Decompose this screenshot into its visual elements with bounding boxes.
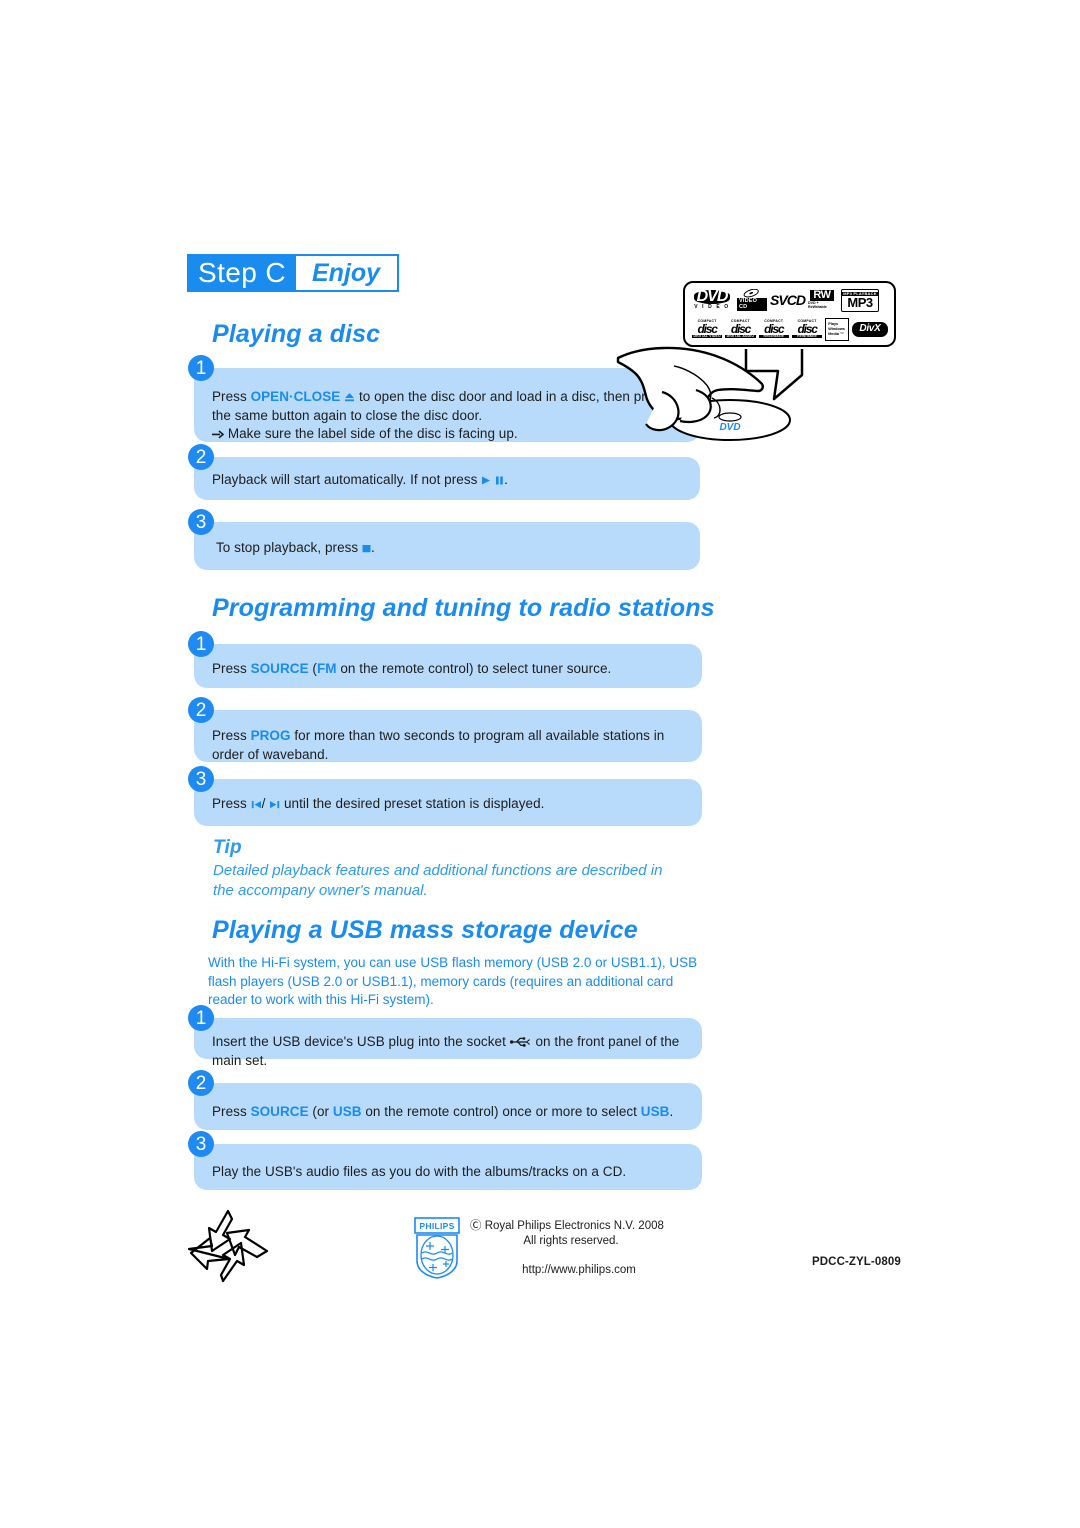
arrow-right-icon xyxy=(212,429,224,440)
step-banner: Step C Enjoy xyxy=(187,254,400,292)
disc-step-1-pre: Press xyxy=(212,389,251,404)
disc-step-2-number: 2 xyxy=(188,444,214,470)
radio-step-3-number: 3 xyxy=(188,766,214,792)
radio-step-1-pre: Press xyxy=(212,661,251,676)
disc-step-2-text: Playback will start automatically. If no… xyxy=(212,471,684,490)
document-page: Step C Enjoy Playing a disc 1 Press OPEN… xyxy=(0,0,1080,1528)
radio-step-2-pre: Press xyxy=(212,728,251,743)
usb-keyword-select: USB xyxy=(640,1104,670,1119)
previous-track-icon xyxy=(251,799,262,810)
eject-icon xyxy=(344,392,355,403)
next-track-icon xyxy=(269,799,280,810)
radio-step-1-panel: Press SOURCE (FM on the remote control) … xyxy=(194,644,702,688)
hand-inserting-disc-illustration: DVD xyxy=(616,346,791,441)
usb-step-2-text: Press SOURCE (or USB on the remote contr… xyxy=(212,1103,686,1122)
dvd-video-logo: DVD V I D E O xyxy=(692,289,732,311)
source-keyword-usb: SOURCE xyxy=(250,1104,309,1119)
svcd-logo: SVCD xyxy=(770,292,806,308)
disc-step-2-panel: Playback will start automatically. If no… xyxy=(194,457,700,500)
usb-step-2-panel: Press SOURCE (or USB on the remote contr… xyxy=(194,1083,702,1130)
radio-step-3-pre: Press xyxy=(212,796,251,811)
rw-logo-main: RW xyxy=(810,290,834,302)
radio-step-2-text: Press PROG for more than two seconds to … xyxy=(212,727,686,764)
wma-line-3: Media ™ xyxy=(828,331,844,336)
step-banner-label: Step C xyxy=(189,256,296,290)
disc-step-2-post: . xyxy=(504,472,508,487)
disc-step-3-number: 3 xyxy=(188,509,214,535)
disc-step-3-post: . xyxy=(371,540,375,555)
usb-step-2-mid2: on the remote control) once or more to s… xyxy=(361,1104,641,1119)
windows-media-logo: Plays Windows Media ™ xyxy=(825,317,849,341)
philips-wordmark: PHILIPS xyxy=(419,1221,454,1231)
tip-heading: Tip xyxy=(213,837,242,858)
usb-step-2-mid: (or xyxy=(308,1104,333,1119)
radio-step-3-panel: Press / until the desired preset station… xyxy=(194,779,702,826)
radio-step-3-post: until the desired preset station is disp… xyxy=(284,796,545,811)
disc-step-3-panel: To stop playback, press . xyxy=(194,522,700,570)
disc-step-3-pre: To stop playback, press xyxy=(216,540,363,555)
dvd-logo-sub: V I D E O xyxy=(694,304,730,310)
disc-label: DVD xyxy=(719,422,740,433)
step-banner-name: Enjoy xyxy=(296,256,398,290)
radio-step-2-number: 2 xyxy=(188,697,214,723)
radio-step-1-mid: ( xyxy=(308,661,317,676)
video-cd-logo: VIDEO CD xyxy=(737,289,767,311)
usb-step-3-panel: Play the USB's audio files as you do wit… xyxy=(194,1144,702,1190)
rw-logo-sub: DVD + ReWritable xyxy=(808,301,827,309)
disc-step-2-pre: Playback will start automatically. If no… xyxy=(212,472,482,487)
usb-step-2-post: . xyxy=(669,1104,674,1119)
slash-separator: / xyxy=(261,796,266,811)
usb-step-2-number: 2 xyxy=(188,1070,214,1096)
usb-icon xyxy=(509,1036,532,1048)
usb-step-3-number: 3 xyxy=(188,1131,214,1157)
prog-keyword: PROG xyxy=(250,728,291,743)
fm-keyword: FM xyxy=(316,661,337,676)
rights-line: All rights reserved. xyxy=(523,1235,619,1247)
philips-logo: PHILIPS xyxy=(414,1217,460,1279)
usb-step-3-text: Play the USB's audio files as you do wit… xyxy=(212,1164,627,1179)
format-logo-grid: DVD V I D E O VIDEO CD SVCD RW DVD + ReW… xyxy=(692,288,889,341)
recycling-symbol-icon xyxy=(187,1209,269,1283)
disc-step-1-note-text: Make sure the label side of the disc is … xyxy=(227,426,518,441)
format-logo-row-1: DVD V I D E O VIDEO CD SVCD RW DVD + ReW… xyxy=(692,288,888,312)
disc-step-3-text: To stop playback, press . xyxy=(216,539,684,558)
radio-step-1-post: on the remote control) to select tuner s… xyxy=(336,661,612,676)
source-keyword: SOURCE xyxy=(250,661,309,676)
play-icon xyxy=(481,475,491,486)
tip-block: Tip Detailed playback features and addit… xyxy=(213,836,683,901)
mp3-logo: MP3 PLAYBACK MP3 xyxy=(841,288,879,312)
radio-step-3-text: Press / until the desired preset station… xyxy=(212,795,686,814)
radio-step-1-text: Press SOURCE (FM on the remote control) … xyxy=(212,660,686,679)
radio-step-2-panel: Press PROG for more than two seconds to … xyxy=(194,710,702,762)
usb-step-1-number: 1 xyxy=(188,1005,214,1031)
stop-icon xyxy=(362,543,371,554)
section-title-radio: Programming and tuning to radio stations xyxy=(212,594,715,622)
mp3-logo-main: MP3 xyxy=(847,294,873,310)
video-cd-label: VIDEO CD xyxy=(737,298,767,311)
usb-step-1-text: Insert the USB device's USB plug into th… xyxy=(212,1033,686,1070)
document-code: PDCC-ZYL-0809 xyxy=(812,1256,901,1268)
video-cd-swoosh-icon xyxy=(743,289,759,298)
dvd-logo-main: DVD xyxy=(693,289,731,305)
radio-step-1-number: 1 xyxy=(188,631,214,657)
usb-step-2-pre: Press xyxy=(212,1104,251,1119)
tip-body: Detailed playback features and additiona… xyxy=(213,862,663,899)
disc-step-1-number: 1 xyxy=(188,355,214,381)
copyright-block: Ⓒ Royal Philips Electronics N.V. 2008 Al… xyxy=(470,1219,700,1278)
open-close-keyword: OPEN·CLOSE xyxy=(250,389,341,404)
usb-step-1-panel: Insert the USB device's USB plug into th… xyxy=(194,1018,702,1068)
philips-url: http://www.philips.com xyxy=(522,1264,636,1276)
rw-logo: RW DVD + ReWritable xyxy=(808,290,836,311)
divx-logo: DivX xyxy=(851,321,889,337)
section-title-usb: Playing a USB mass storage device xyxy=(212,916,638,944)
section-title-playing-a-disc: Playing a disc xyxy=(212,320,381,348)
usb-intro-paragraph: With the Hi-Fi system, you can use USB f… xyxy=(208,955,698,1007)
pause-icon xyxy=(495,475,504,486)
usb-step-1-pre: Insert the USB device's USB plug into th… xyxy=(212,1034,510,1049)
usb-keyword-remote: USB xyxy=(332,1104,362,1119)
copyright-line: Ⓒ Royal Philips Electronics N.V. 2008 xyxy=(470,1220,664,1232)
